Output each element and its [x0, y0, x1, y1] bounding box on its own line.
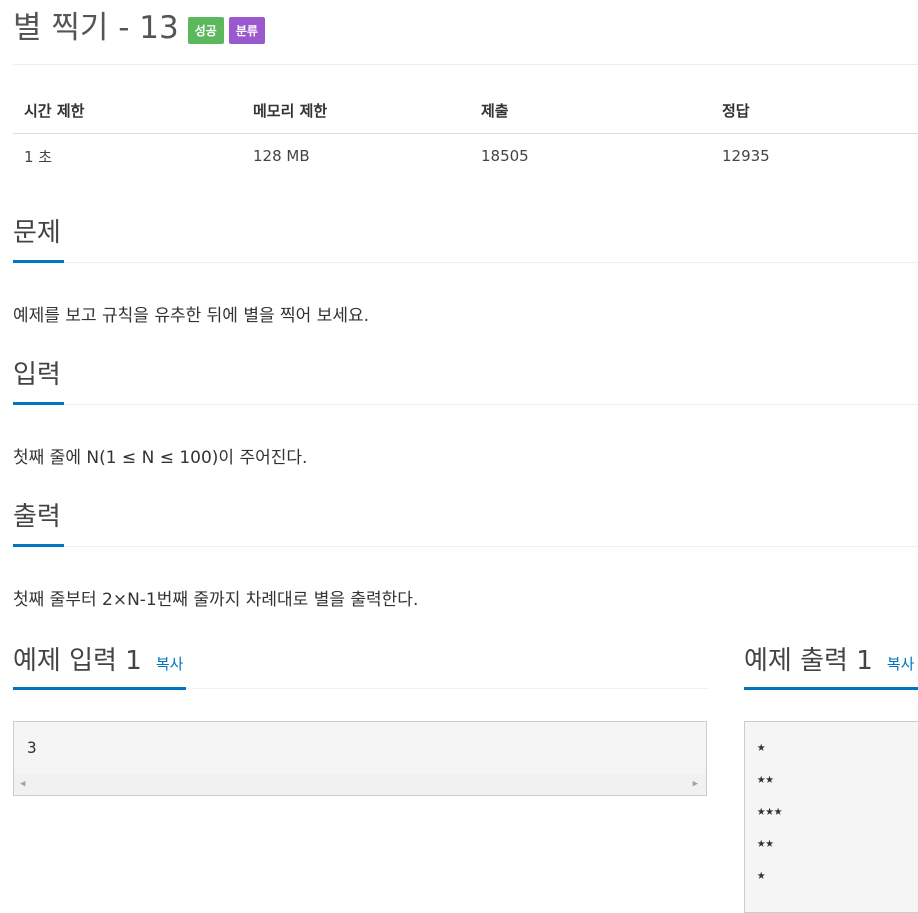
sample-output-line: ★: [757, 867, 766, 883]
sample-input-heading: 예제 입력 1: [13, 646, 142, 676]
sample-output-header: 예제 출력 1 복사: [744, 644, 918, 690]
memory-limit-value: 128 MB: [253, 147, 310, 165]
time-limit-value: 1 초: [24, 147, 53, 166]
output-description: 첫째 줄부터 2×N-1번째 줄까지 차례대로 별을 출력한다.: [13, 590, 419, 610]
submissions-header: 제출: [470, 88, 711, 134]
success-badge[interactable]: 성공: [187, 16, 224, 44]
sample-input-header: 예제 입력 1 복사: [13, 644, 707, 690]
sample-output-line: ★★: [757, 835, 774, 851]
scroll-right-icon[interactable]: ▶: [693, 779, 698, 789]
output-section: 출력 첫째 줄부터 2×N-1번째 줄까지 차례대로 별을 출력한다.: [13, 500, 918, 610]
input-heading-underline: [13, 402, 64, 405]
input-description: 첫째 줄에 N(1 ≤ N ≤ 100)이 주어진다.: [13, 448, 308, 468]
input-heading-rule: [64, 404, 918, 405]
accepted-header: 정답: [711, 88, 918, 134]
problem-section: 문제 예제를 보고 규칙을 유추한 뒤에 별을 찍어 보세요.: [13, 216, 918, 326]
input-section: 입력 첫째 줄에 N(1 ≤ N ≤ 100)이 주어진다.: [13, 358, 918, 468]
copy-sample-output-button[interactable]: 복사: [887, 655, 915, 673]
horizontal-scrollbar[interactable]: ◀ ▶: [14, 773, 706, 795]
accepted-value: 12935: [722, 147, 770, 165]
category-badge[interactable]: 분류: [228, 16, 265, 44]
scroll-left-icon[interactable]: ◀: [20, 779, 25, 789]
sample-output-line: ★: [757, 739, 766, 755]
time-limit-header: 시간 제한: [13, 88, 242, 134]
output-heading-rule: [64, 546, 918, 547]
problem-info-table: 시간 제한 메모리 제한 제출 정답 1 초 128 MB 18505 1293…: [13, 88, 918, 178]
problem-heading: 문제: [13, 218, 61, 248]
sample-input-rule: [186, 688, 707, 690]
input-heading: 입력: [13, 360, 61, 390]
submissions-value: 18505: [481, 147, 529, 165]
title-divider: [13, 64, 918, 65]
output-heading-underline: [13, 544, 64, 547]
problem-title: 별 찍기 - 13: [13, 9, 179, 46]
table-row: 1 초 128 MB 18505 12935: [13, 134, 918, 179]
sample-input-box[interactable]: 3 ◀ ▶: [13, 721, 707, 796]
problem-heading-rule: [64, 262, 918, 263]
sample-output-line: ★★★: [757, 803, 783, 819]
output-heading: 출력: [13, 502, 61, 532]
memory-limit-header: 메모리 제한: [242, 88, 470, 134]
copy-sample-input-button[interactable]: 복사: [156, 655, 184, 673]
table-header-row: 시간 제한 메모리 제한 제출 정답: [13, 88, 918, 134]
sample-output-underline: [744, 687, 918, 690]
sample-output-box[interactable]: ★ ★★ ★★★ ★★ ★: [744, 721, 918, 913]
problem-heading-underline: [13, 260, 64, 263]
problem-description: 예제를 보고 규칙을 유추한 뒤에 별을 찍어 보세요.: [13, 306, 370, 326]
sample-output-heading: 예제 출력 1: [744, 646, 873, 676]
problem-title-row: 별 찍기 - 13 성공 분류: [13, 0, 265, 48]
sample-output-line: ★★: [757, 771, 774, 787]
sample-input-underline: [13, 687, 186, 690]
sample-input-content: 3: [27, 738, 37, 757]
